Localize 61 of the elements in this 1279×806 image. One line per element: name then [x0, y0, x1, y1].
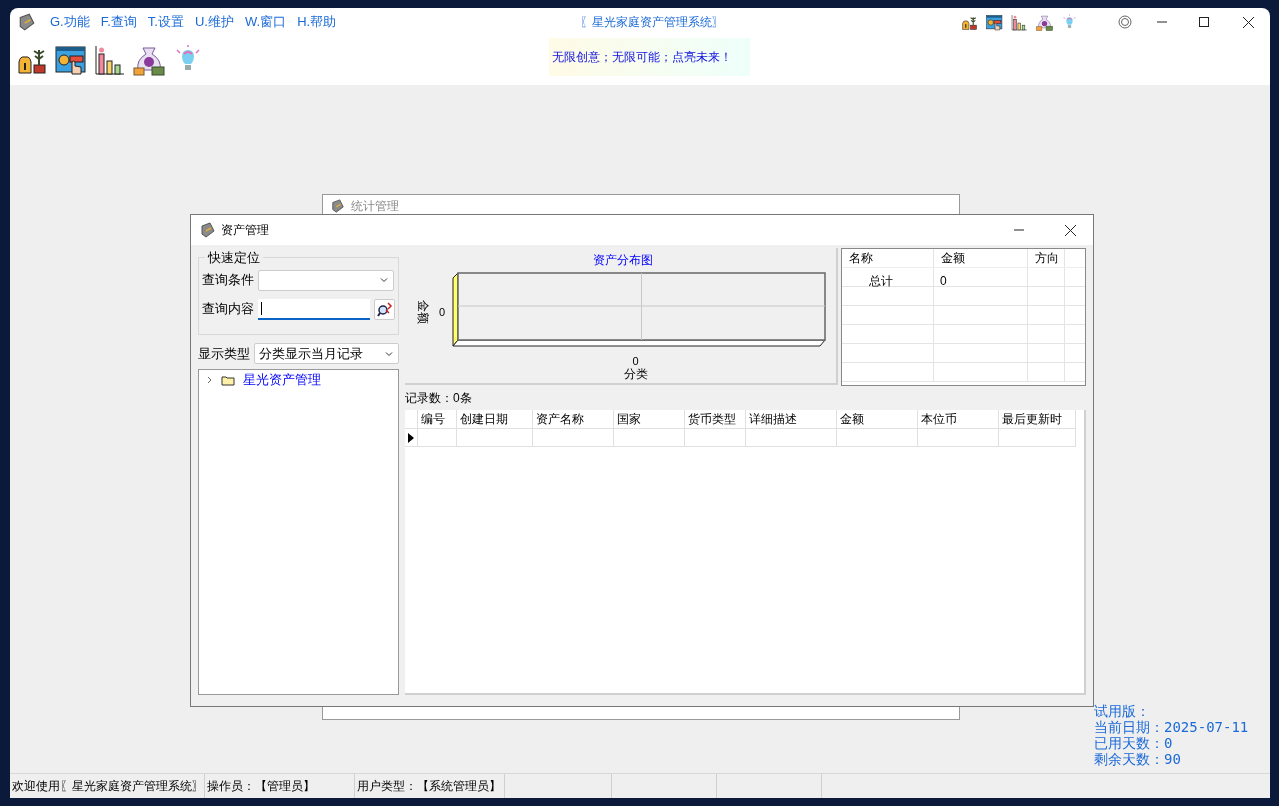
field-label: 查询内容: [202, 300, 254, 319]
record-count: 记录数：0条: [405, 390, 472, 407]
close-icon: [1242, 16, 1254, 28]
money-bag-coins-icon[interactable]: [133, 44, 165, 76]
chart-title: 资产分布图: [593, 253, 653, 267]
trial-info-line: 试用版：: [1094, 703, 1151, 719]
x-tick-label: 0: [632, 355, 639, 367]
content-input[interactable]: [258, 298, 370, 320]
row-indicator-icon: [408, 432, 414, 443]
web-payment-icon[interactable]: [55, 44, 87, 76]
column-header[interactable]: 方向: [1028, 249, 1065, 267]
menu-item[interactable]: U.维护: [195, 12, 234, 32]
column-header[interactable]: 资产名称: [533, 410, 614, 428]
menu-item[interactable]: G.功能: [50, 12, 90, 32]
radio-circle-icon[interactable]: [1118, 15, 1132, 29]
trial-info-line: 剩余天数：90: [1094, 751, 1182, 767]
web-payment-icon[interactable]: [986, 13, 1003, 31]
menu-item[interactable]: H.帮助: [297, 12, 337, 32]
trial-info-line: 已用天数：0: [1094, 735, 1174, 751]
field-label: 查询条件: [202, 271, 254, 290]
column-header[interactable]: 编号: [418, 410, 457, 428]
column-header[interactable]: 本位币: [918, 410, 999, 428]
search-button[interactable]: [374, 298, 395, 320]
y-axis-label: 金额: [416, 300, 430, 324]
column-header[interactable]: 金额: [837, 410, 918, 428]
window-title: 统计管理: [351, 200, 399, 212]
column-header[interactable]: 货币类型: [685, 410, 746, 428]
display-type-dropdown[interactable]: 分类显示当月记录: [254, 343, 399, 364]
column-header[interactable]: 最后更新时: [999, 410, 1076, 428]
app-title: 〖星光家庭资产管理系统〗: [579, 14, 724, 31]
tree-item[interactable]: 星光资产管理: [205, 372, 398, 388]
status-text: 操作员：【管理员】: [207, 778, 315, 795]
paper-roll-icon: [200, 222, 216, 238]
menu-item[interactable]: W.窗口: [245, 12, 287, 32]
paper-roll-icon: [331, 199, 345, 213]
x-axis-label: 分类: [623, 367, 648, 381]
field-label: 显示类型: [198, 344, 250, 363]
table-cell: 0: [940, 274, 947, 288]
column-header[interactable]: 详细描述: [746, 410, 837, 428]
bar-chart-icon[interactable]: [1011, 13, 1028, 31]
group-title: 快速定位: [207, 249, 261, 267]
paper-roll-icon: [18, 13, 36, 31]
menu-item[interactable]: F.查询: [100, 12, 137, 32]
bar-chart-icon[interactable]: [94, 44, 126, 76]
column-header[interactable]: 金额: [934, 249, 1028, 267]
status-text: 用户类型：【系统管理员】: [357, 778, 501, 795]
column-header[interactable]: 国家: [614, 410, 685, 428]
table-cell: 总计: [869, 274, 893, 288]
trial-info-line: 当前日期：2025-07-11: [1094, 719, 1249, 735]
slogan-banner: 无限创意；无限可能；点亮未来！: [549, 38, 750, 76]
status-text: 欢迎使用〖星光家庭资产管理系统〗: [12, 778, 204, 795]
column-header[interactable]: 创建日期: [457, 410, 533, 428]
folder-icon: [221, 374, 235, 386]
column-header[interactable]: 名称: [842, 249, 934, 267]
search-icon: [376, 301, 393, 317]
maximize-icon: [1199, 17, 1209, 27]
close-icon: [1064, 224, 1076, 236]
menu-item[interactable]: T.设置: [147, 12, 184, 32]
window-title: 资产管理: [221, 222, 270, 239]
money-bag-coins-icon[interactable]: [1036, 13, 1053, 31]
y-tick-label: 0: [438, 306, 445, 318]
